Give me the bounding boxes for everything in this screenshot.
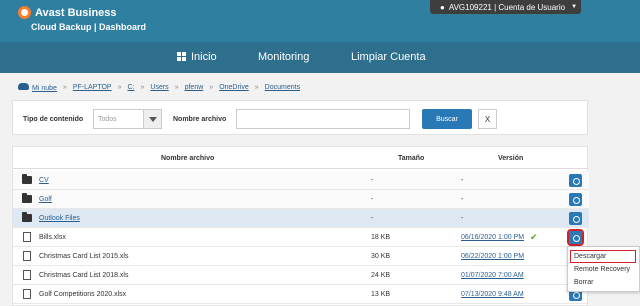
table-row[interactable]: Christmas Card List 2018.xls 24 KB 01/07… xyxy=(13,266,589,285)
table-header: Nombre archivo Tamaño Versión xyxy=(13,147,587,169)
column-version-header[interactable]: Versión xyxy=(498,155,523,162)
file-name-label: Nombre archivo xyxy=(173,116,227,123)
top-header: Avast Business Cloud Backup | Dashboard … xyxy=(0,0,640,42)
version-cell: - xyxy=(461,196,464,203)
gear-icon[interactable] xyxy=(567,229,584,246)
version-cell: - xyxy=(461,177,464,184)
size-cell: 18 KB xyxy=(371,234,391,241)
account-menu-button[interactable]: ● AVG109221 | Cuenta de Usuario ▼ xyxy=(430,0,581,14)
brand-name: Avast Business xyxy=(35,6,117,19)
content-type-value: Todos xyxy=(98,116,117,123)
file-icon xyxy=(23,232,31,242)
account-label: AVG109221 | Cuenta de Usuario xyxy=(448,2,566,12)
content-type-select[interactable]: Todos xyxy=(93,109,162,129)
folder-link[interactable]: Outlook Files xyxy=(39,215,80,222)
size-cell: 24 KB xyxy=(371,272,391,279)
breadcrumb-onedrive[interactable]: OneDrive xyxy=(219,84,249,91)
version-link[interactable]: 06/22/2020 1:00 PM xyxy=(461,253,524,260)
column-size-header[interactable]: Tamaño xyxy=(398,155,424,162)
gear-icon[interactable] xyxy=(569,193,582,206)
size-cell: 13 KB xyxy=(371,291,391,298)
version-link[interactable]: 01/07/2020 7:00 AM xyxy=(461,272,524,279)
table-row[interactable]: Outlook Files - - xyxy=(13,209,589,228)
folder-link[interactable]: Golf xyxy=(39,196,52,203)
user-icon: ● xyxy=(440,2,445,12)
row-actions-menu: Descargar Remote Recovery Borrar xyxy=(567,246,640,292)
nav-inicio[interactable]: Inicio xyxy=(177,51,217,63)
menu-item-remote-recovery[interactable]: Remote Recovery xyxy=(574,266,630,273)
nav-inicio-label: Inicio xyxy=(191,51,217,63)
table-row[interactable]: Christmas Card List 2015.xls 30 KB 06/22… xyxy=(13,247,589,266)
brand-logo[interactable]: Avast Business Cloud Backup | Dashboard xyxy=(18,6,146,32)
version-cell: - xyxy=(461,215,464,222)
breadcrumb-mi-nube[interactable]: Mi nube xyxy=(32,85,57,92)
main-nav: Inicio Monitoring Limpiar Cuenta xyxy=(0,42,640,73)
search-button[interactable]: Buscar xyxy=(422,109,472,129)
column-name-header[interactable]: Nombre archivo xyxy=(161,155,214,162)
menu-item-borrar[interactable]: Borrar xyxy=(574,279,593,286)
file-name: Bills.xlsx xyxy=(39,234,66,241)
avast-logo-icon xyxy=(18,6,31,19)
clear-button[interactable]: X xyxy=(478,109,497,129)
file-table: Nombre archivo Tamaño Versión CV - - Gol… xyxy=(12,146,589,306)
chevron-down-icon xyxy=(143,110,161,128)
folder-icon xyxy=(22,212,32,222)
menu-item-descargar[interactable]: Descargar xyxy=(570,250,636,263)
size-cell: - xyxy=(371,196,374,203)
folder-icon xyxy=(22,193,32,203)
breadcrumb: Mi nube » PF-LAPTOP » C: » Users » pfenw » On… xyxy=(18,83,300,92)
breadcrumb-documents[interactable]: Documents xyxy=(265,84,300,91)
cloud-icon xyxy=(18,83,29,90)
chevron-down-icon: ▼ xyxy=(571,4,578,10)
checkmark-icon: ✔ xyxy=(530,232,538,242)
file-name: Christmas Card List 2015.xls xyxy=(39,253,129,260)
gear-icon[interactable] xyxy=(569,174,582,187)
content-type-label: Tipo de contenido xyxy=(23,116,84,123)
size-cell: 30 KB xyxy=(371,253,391,260)
file-name-input[interactable] xyxy=(236,109,410,129)
file-icon xyxy=(23,251,31,261)
file-icon xyxy=(23,289,31,299)
table-row[interactable]: Golf - - xyxy=(13,190,589,209)
table-row[interactable]: CV - - xyxy=(13,171,589,190)
table-row[interactable]: Bills.xlsx 18 KB 06/16/2020 1:00 PM ✔ xyxy=(13,228,589,247)
brand-subtitle: Cloud Backup | Dashboard xyxy=(31,22,147,32)
filter-panel: Tipo de contenido Todos Nombre archivo B… xyxy=(12,100,588,135)
breadcrumb-c[interactable]: C: xyxy=(128,84,135,91)
size-cell: - xyxy=(371,215,374,222)
gear-icon[interactable] xyxy=(569,212,582,225)
table-row[interactable]: Golf Competitions 2020.xlsx 13 KB 07/13/… xyxy=(13,285,589,304)
folder-icon xyxy=(22,174,32,184)
size-cell: - xyxy=(371,177,374,184)
nav-limpiar-cuenta[interactable]: Limpiar Cuenta xyxy=(351,51,426,63)
nav-monitoring[interactable]: Monitoring xyxy=(258,51,309,63)
file-icon xyxy=(23,270,31,280)
breadcrumb-pfenw[interactable]: pfenw xyxy=(185,84,204,91)
folder-link[interactable]: CV xyxy=(39,177,49,184)
version-link[interactable]: 07/13/2020 9:48 AM xyxy=(461,291,524,298)
version-link[interactable]: 06/16/2020 1:00 PM xyxy=(461,234,524,241)
breadcrumb-users[interactable]: Users xyxy=(150,84,168,91)
breadcrumb-pf-laptop[interactable]: PF-LAPTOP xyxy=(73,84,112,91)
grid-icon xyxy=(177,52,186,61)
file-name: Golf Competitions 2020.xlsx xyxy=(39,291,127,298)
file-name: Christmas Card List 2018.xls xyxy=(39,272,129,279)
